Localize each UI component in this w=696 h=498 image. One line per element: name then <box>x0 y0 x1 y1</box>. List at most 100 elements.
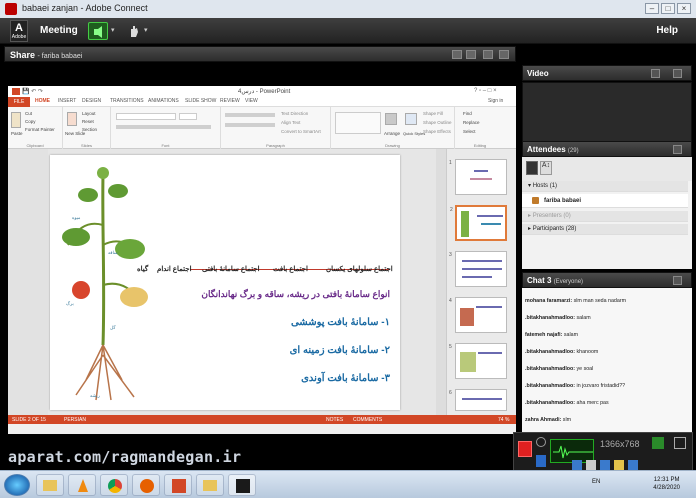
pod-menu-icon[interactable] <box>499 50 509 59</box>
thumbnail[interactable]: 6 <box>449 389 507 411</box>
adobe-connect-taskbar-icon[interactable] <box>228 474 256 496</box>
replace-button[interactable]: Replace <box>463 120 480 125</box>
layout-icon-2[interactable] <box>466 50 476 59</box>
hosts-group[interactable]: ▾ Hosts (1) <box>522 181 688 192</box>
section-button[interactable]: Section <box>82 127 97 132</box>
maximize-button[interactable]: □ <box>661 3 675 14</box>
pod-menu-icon[interactable] <box>673 69 682 78</box>
cut-button[interactable]: Cut <box>25 111 32 116</box>
thumbnail-selected[interactable]: 2 <box>450 205 507 241</box>
firefox-taskbar-icon[interactable] <box>132 474 160 496</box>
layout-button[interactable]: Layout <box>82 111 96 116</box>
align-buttons[interactable] <box>225 123 275 127</box>
quick-access-icons[interactable]: 💾 ↶ ↷ <box>22 88 43 95</box>
arrange-icon[interactable] <box>385 113 397 125</box>
thumbnail[interactable]: 5 <box>449 343 507 379</box>
tab-home[interactable]: HOME <box>35 98 50 104</box>
comments-button[interactable]: COMMENTS <box>353 417 382 423</box>
explorer-taskbar-icon[interactable] <box>36 474 64 496</box>
green-panel-icon[interactable] <box>652 437 664 449</box>
new-slide-icon[interactable] <box>67 112 77 126</box>
ppt-bottom-strip <box>8 424 516 434</box>
status-dropdown-icon[interactable]: ▾ <box>144 22 152 40</box>
tab-file[interactable]: FILE <box>8 97 30 107</box>
host-icon <box>532 197 539 204</box>
help-menu[interactable]: Help <box>656 25 678 36</box>
slide-item-2: ۲- سامانهٔ بافت زمینه ای <box>289 345 390 356</box>
text-direction-button[interactable]: Text Direction <box>281 111 308 116</box>
meeting-menu[interactable]: Meeting <box>40 25 78 36</box>
plant-label-root: ریشه <box>90 393 100 398</box>
shapes-gallery[interactable] <box>335 112 381 134</box>
adobe-connect-icon <box>5 3 17 15</box>
pause-button[interactable] <box>536 455 546 467</box>
minimize-button[interactable]: – <box>645 3 659 14</box>
slides-label: Slides <box>81 143 92 148</box>
reset-button[interactable]: Reset <box>82 119 94 124</box>
pod-menu-icon[interactable] <box>673 145 682 154</box>
paste-label[interactable]: Paste <box>11 131 23 136</box>
shape-fill-button[interactable]: Shape Fill <box>423 111 443 116</box>
webcam-icon[interactable] <box>536 437 546 447</box>
layout-icon[interactable] <box>452 50 462 59</box>
speaker-dropdown-icon[interactable]: ▾ <box>111 22 119 40</box>
copy-button[interactable]: Copy <box>25 119 36 124</box>
speaker-icon[interactable] <box>88 22 108 40</box>
close-panel-icon[interactable] <box>674 437 686 449</box>
arrange-label[interactable]: Arrange <box>384 131 400 136</box>
font-label: Font <box>161 143 170 148</box>
font-format-buttons[interactable] <box>116 125 211 129</box>
smartart-button[interactable]: Convert to SmartArt <box>281 129 321 134</box>
editing-label: Editing <box>473 143 487 148</box>
powerpoint-window: 💾 ↶ ↷ درس4 - PowerPoint ? ▫ – □ × FILE H… <box>8 86 516 434</box>
tab-review[interactable]: REVIEW <box>220 98 240 104</box>
sign-in-link[interactable]: Sign in <box>488 98 503 104</box>
tab-insert[interactable]: INSERT <box>58 98 76 104</box>
taskbar-clock[interactable]: 12:31 PM 4/28/2020 <box>653 476 680 492</box>
window-title: babaei zanjan - Adobe Connect <box>22 3 148 13</box>
shape-outline-button[interactable]: Shape Outline <box>423 120 452 125</box>
host-entry[interactable]: fariba babaei <box>522 194 688 208</box>
quick-styles-icon[interactable] <box>405 113 417 125</box>
list-buttons[interactable] <box>225 113 275 117</box>
explorer2-taskbar-icon[interactable] <box>196 474 224 496</box>
vlc-taskbar-icon[interactable] <box>68 474 96 496</box>
ppt-window-controls[interactable]: ? ▫ – □ × <box>474 88 497 94</box>
presenters-group[interactable]: ▸ Presenters (0) <box>522 211 688 222</box>
attendees-pod-title: Attendees (29) <box>527 145 579 154</box>
pod-menu-icon[interactable] <box>673 276 682 285</box>
align-text-button[interactable]: Align Text <box>281 120 300 125</box>
sort-icon[interactable]: A↕ <box>540 161 552 175</box>
font-name-select[interactable] <box>116 113 176 120</box>
shape-effects-button[interactable]: Shape Effects <box>423 129 451 134</box>
format-painter-button[interactable]: Format Painter <box>25 127 55 132</box>
quick-styles-label[interactable]: Quick Styles <box>403 131 425 136</box>
font-size-select[interactable] <box>179 113 197 120</box>
list-view-icon[interactable] <box>526 161 538 175</box>
tab-transitions[interactable]: TRANSITIONS <box>110 98 144 104</box>
tab-design[interactable]: DESIGN <box>82 98 101 104</box>
select-button[interactable]: Select <box>463 129 476 134</box>
language-indicator[interactable]: EN <box>592 479 600 485</box>
tab-view[interactable]: VIEW <box>245 98 258 104</box>
participants-group[interactable]: ▸ Participants (28) <box>522 224 688 235</box>
slide-scrollbar[interactable] <box>436 149 446 415</box>
chrome-taskbar-icon[interactable] <box>100 474 128 496</box>
fullscreen-icon[interactable] <box>483 50 493 59</box>
start-button[interactable] <box>4 474 30 496</box>
thumbnail[interactable]: 1 <box>449 159 507 195</box>
close-button[interactable]: × <box>677 3 691 14</box>
thumbnail[interactable]: 4 <box>449 297 507 333</box>
fullscreen-icon[interactable] <box>651 69 660 78</box>
tab-animations[interactable]: ANIMATIONS <box>148 98 179 104</box>
thumbnail[interactable]: 3 <box>449 251 507 287</box>
find-button[interactable]: Find <box>463 111 472 116</box>
watermark-text: aparat.com/ragmandegan.ir <box>8 448 242 466</box>
notes-button[interactable]: NOTES <box>326 417 343 423</box>
powerpoint-taskbar-icon[interactable] <box>164 474 192 496</box>
raise-hand-icon[interactable] <box>124 22 144 40</box>
record-button[interactable] <box>518 441 532 457</box>
paste-icon[interactable] <box>11 112 21 128</box>
tab-slide-show[interactable]: SLIDE SHOW <box>185 98 216 104</box>
zoom-level[interactable]: 74 % <box>498 417 509 423</box>
